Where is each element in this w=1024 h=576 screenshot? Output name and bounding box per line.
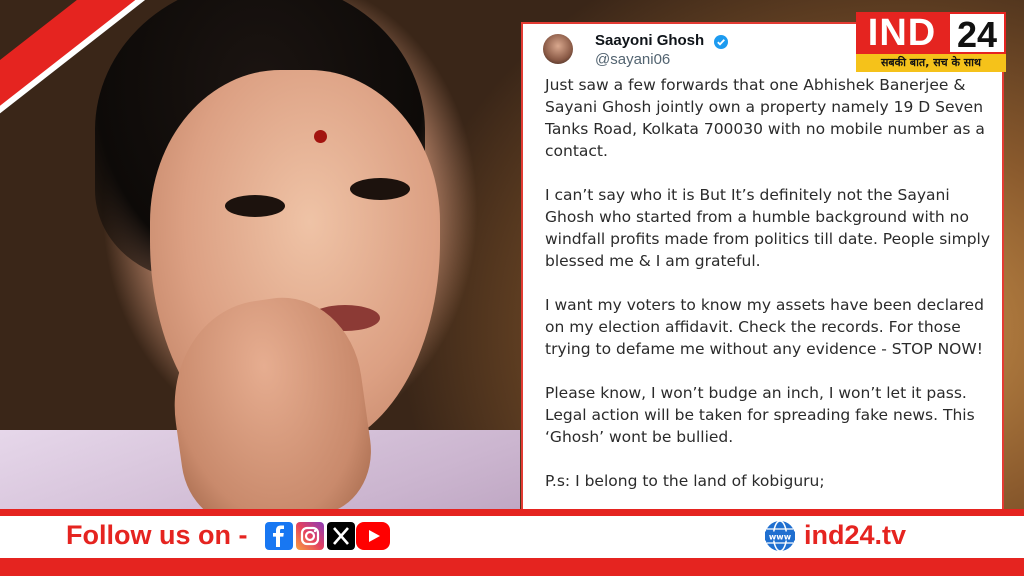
footer-banner: Follow us on - www ind24.tv [0,516,1024,558]
x-icon[interactable] [327,522,355,550]
svg-text:www: www [769,533,792,542]
photo-bindi [314,130,327,143]
site-url-link[interactable]: ind24.tv [804,520,906,551]
globe-icon: www [763,519,797,553]
ind24-logo: IND 24 सबकी बात, सच के साथ [856,12,1006,72]
avatar[interactable] [543,34,573,64]
author-name[interactable]: Saayoni Ghosh [595,32,704,49]
logo-tagline: सबकी बात, सच के साथ [856,54,1006,72]
tweet-paragraph: Just saw a few forwards that one Abhishe… [545,76,985,160]
tweet-paragraph: P.s: I belong to the land of kobiguru; [545,472,825,490]
tweet-paragraph: I can’t say who it is But It’s definitel… [545,186,991,270]
tweet-header: Saayoni Ghosh @sayani06 [543,32,843,72]
tweet-card: Saayoni Ghosh @sayani06 Just saw a few f… [521,22,1004,522]
follow-us-label: Follow us on - [66,520,248,550]
instagram-icon[interactable] [296,522,324,550]
verified-badge-icon [714,34,728,49]
facebook-icon[interactable] [265,522,293,550]
tweet-paragraph: I want my voters to know my assets have … [545,296,984,358]
youtube-icon[interactable] [356,522,390,550]
photo-eye-left [225,195,285,217]
logo-brand-number: 24 [948,12,1006,55]
author-handle[interactable]: @sayani06 [595,51,670,68]
footer-stripe-top [0,509,1024,516]
photo-eye-right [350,178,410,200]
footer-stripe-bottom [0,558,1024,576]
tweet-paragraph: Please know, I won’t budge an inch, I wo… [545,384,975,446]
logo-brand-red: IND [856,12,948,54]
tweet-text: Just saw a few forwards that one Abhishe… [545,74,995,514]
